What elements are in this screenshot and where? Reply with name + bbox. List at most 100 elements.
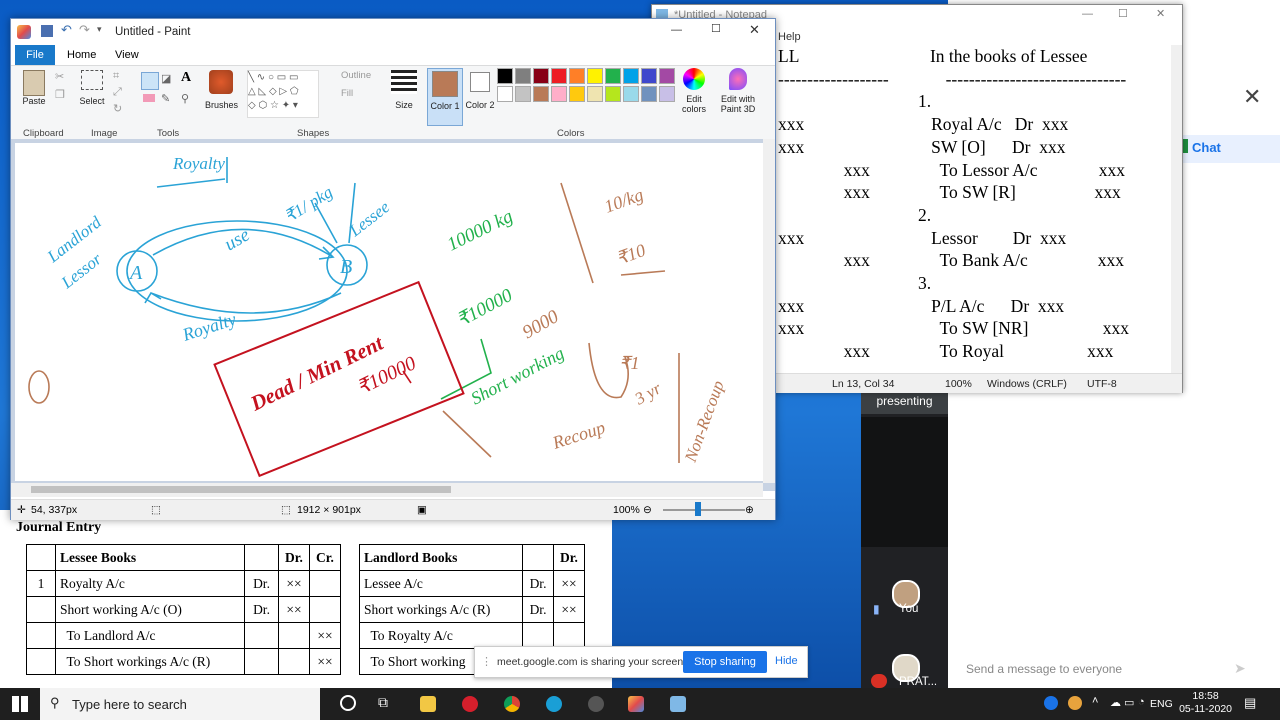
send-icon[interactable]: ➤ xyxy=(1234,660,1246,677)
vertical-scrollbar[interactable] xyxy=(1171,45,1182,373)
tab-home[interactable]: Home xyxy=(67,49,96,61)
color-swatch[interactable] xyxy=(551,68,567,84)
color-swatch[interactable] xyxy=(587,68,603,84)
language-indicator[interactable]: ENG xyxy=(1150,698,1173,710)
battery-icon[interactable]: ▭ xyxy=(1124,696,1134,709)
resize-icon[interactable]: ⤢ xyxy=(113,86,122,99)
fill-icon[interactable]: ◪ xyxy=(161,72,171,85)
zoom-slider-thumb[interactable] xyxy=(695,502,701,516)
color-swatch[interactable] xyxy=(515,86,531,102)
color-swatch[interactable] xyxy=(659,68,675,84)
tab-chat[interactable]: Chat xyxy=(1178,135,1280,163)
canvas-horizontal-scrollbar[interactable] xyxy=(11,483,763,497)
pencil-icon[interactable] xyxy=(141,72,159,90)
color-swatch[interactable] xyxy=(551,86,567,102)
close-icon[interactable]: ✕ xyxy=(749,22,760,38)
scroll-thumb[interactable] xyxy=(31,486,451,493)
notepad-taskbar-icon[interactable] xyxy=(670,696,686,712)
color-swatch[interactable] xyxy=(533,86,549,102)
message-input[interactable]: Send a message to everyone xyxy=(966,662,1122,676)
zoom-out-icon[interactable]: ⊖ xyxy=(643,504,652,516)
hide-button[interactable]: Hide xyxy=(775,655,798,667)
cortana-icon[interactable] xyxy=(340,695,356,711)
color2-button[interactable]: Color 2 xyxy=(465,70,495,110)
fill-dropdown[interactable]: Fill xyxy=(341,88,353,99)
edit-colors-button[interactable]: Edit colors xyxy=(679,68,709,114)
clock[interactable]: 18:58 05-11-2020 xyxy=(1179,690,1232,716)
rate-2-label: 10/kg xyxy=(602,184,646,216)
redo-icon[interactable]: ↷ xyxy=(79,22,90,38)
shapes-gallery[interactable]: ╲ ∿ ○ ▭ ▭ △ ◺ ◇ ▷ ⬠ ◇ ⬡ ☆ ✦ ▾ xyxy=(247,70,319,118)
tab-file[interactable]: File xyxy=(15,45,55,65)
taskbar-search[interactable]: ⚲ Type here to search xyxy=(40,688,320,720)
paint-window[interactable]: ↶ ↷ ▾ Untitled - Paint — ☐ ✕ File Home V… xyxy=(10,18,776,520)
canvas-vertical-scrollbar[interactable] xyxy=(763,139,775,483)
brushes-button[interactable]: Brushes xyxy=(205,70,238,110)
color1-button[interactable]: Color 1 xyxy=(427,68,463,126)
select-button[interactable]: Select xyxy=(77,70,107,106)
paste-button[interactable]: Paste xyxy=(21,70,47,106)
windows-start-icon[interactable] xyxy=(12,696,28,712)
network-icon[interactable]: ◔ xyxy=(1138,696,1145,708)
clipboard-icon xyxy=(23,70,45,96)
color-swatch[interactable] xyxy=(605,68,621,84)
minimize-icon[interactable]: — xyxy=(671,24,682,36)
undo-icon[interactable]: ↶ xyxy=(61,22,72,38)
color-swatch[interactable] xyxy=(587,86,603,102)
maximize-icon[interactable]: ☐ xyxy=(711,22,721,35)
paint-taskbar-icon[interactable] xyxy=(628,696,644,712)
close-icon[interactable]: ✕ xyxy=(1156,7,1165,20)
zoom-in-icon[interactable]: ⊕ xyxy=(745,504,754,516)
cut-icon[interactable]: ✂ xyxy=(55,70,64,83)
edge-icon[interactable] xyxy=(546,696,562,712)
color-swatch[interactable] xyxy=(497,86,513,102)
task-view-icon[interactable]: ⧉ xyxy=(378,694,388,711)
text-icon[interactable]: A xyxy=(181,70,191,86)
size-button[interactable]: Size xyxy=(389,70,419,110)
stop-sharing-button[interactable]: Stop sharing xyxy=(683,651,767,673)
color-swatch[interactable] xyxy=(605,86,621,102)
paint3d-button[interactable]: Edit with Paint 3D xyxy=(715,68,761,114)
color-swatch[interactable] xyxy=(515,68,531,84)
color-swatch[interactable] xyxy=(623,86,639,102)
settings-app-icon[interactable] xyxy=(588,696,604,712)
opera-icon[interactable] xyxy=(462,696,478,712)
close-panel-icon[interactable]: ✕ xyxy=(1243,84,1261,110)
color-swatch[interactable] xyxy=(497,68,513,84)
people-icon[interactable] xyxy=(1068,696,1082,710)
drag-handle-icon[interactable]: ⋮ xyxy=(481,655,492,668)
tab-view[interactable]: View xyxy=(115,49,139,61)
color-swatch[interactable] xyxy=(623,68,639,84)
file-explorer-icon[interactable] xyxy=(420,696,436,712)
show-hidden-icon[interactable]: ˄ xyxy=(1092,695,1098,707)
save-icon[interactable] xyxy=(41,25,53,37)
onedrive-icon[interactable]: ☁ xyxy=(1110,696,1121,709)
zoom-slider[interactable] xyxy=(663,509,745,511)
paint-titlebar[interactable]: ↶ ↷ ▾ Untitled - Paint — ☐ ✕ xyxy=(11,19,775,45)
maximize-icon[interactable]: ☐ xyxy=(1118,7,1128,20)
notification-icon[interactable]: ▤ xyxy=(1244,695,1256,711)
customize-icon[interactable]: ▾ xyxy=(97,24,102,35)
eraser-icon[interactable] xyxy=(143,94,155,102)
color-swatch[interactable] xyxy=(533,68,549,84)
color-swatch[interactable] xyxy=(569,68,585,84)
color-swatch[interactable] xyxy=(641,86,657,102)
copy-icon[interactable]: ❐ xyxy=(55,88,65,101)
color-palette[interactable] xyxy=(497,68,677,124)
help-icon[interactable] xyxy=(1044,696,1058,710)
menu-help[interactable]: Help xyxy=(778,31,801,43)
crop-icon[interactable]: ⌗ xyxy=(113,70,119,83)
row-text: Short workings A/c (R) xyxy=(359,596,523,623)
color-swatch[interactable] xyxy=(569,86,585,102)
drawing-canvas[interactable]: Royalty Landlord Lessor A B use ₹1/ pkg … xyxy=(15,143,763,481)
outline-dropdown[interactable]: Outline xyxy=(341,70,371,81)
minimize-icon[interactable]: — xyxy=(1082,8,1093,20)
color-swatch[interactable] xyxy=(641,68,657,84)
color-swatch[interactable] xyxy=(659,86,675,102)
rotate-icon[interactable]: ↻ xyxy=(113,102,122,115)
notepad-line: xxx To SW [R] xxx xyxy=(778,182,1121,203)
magnifier-icon[interactable]: ⚲ xyxy=(181,92,189,105)
notepad-text-area[interactable]: LL In the books of Lessee ---------------… xyxy=(778,45,1170,371)
chrome-icon[interactable] xyxy=(504,696,520,712)
color-picker-icon[interactable]: ✎ xyxy=(161,92,170,105)
